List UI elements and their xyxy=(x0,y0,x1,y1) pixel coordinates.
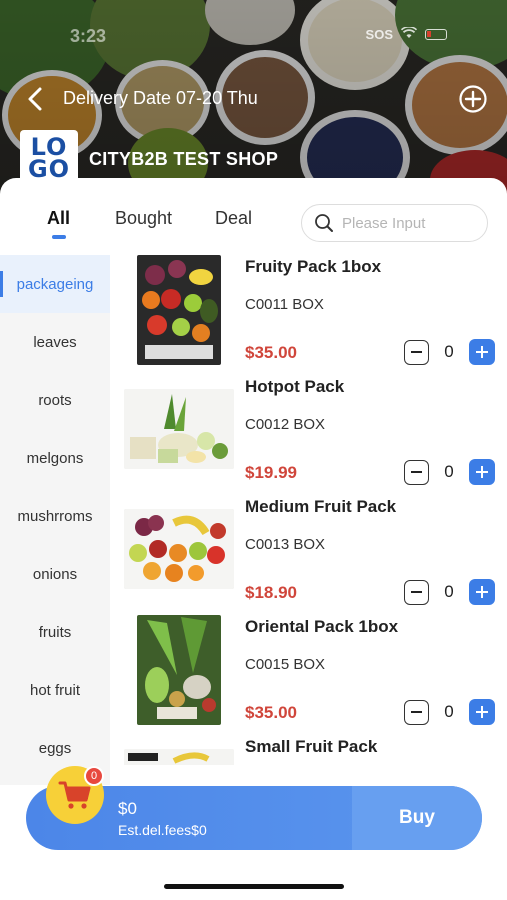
search-box[interactable] xyxy=(301,204,488,242)
buy-button[interactable]: Buy xyxy=(352,786,482,850)
cart-total: $0 xyxy=(118,799,137,818)
decrease-quantity-button[interactable] xyxy=(404,699,429,725)
wifi-icon xyxy=(400,26,418,42)
tab-deal[interactable]: Deal xyxy=(215,208,252,229)
network-status: SOS xyxy=(365,27,393,42)
back-button[interactable] xyxy=(20,82,50,116)
increase-quantity-button[interactable] xyxy=(469,579,495,605)
battery-icon xyxy=(425,29,447,40)
increase-quantity-button[interactable] xyxy=(469,699,495,725)
category-roots[interactable]: roots xyxy=(0,371,110,429)
product-price: $35.00 xyxy=(245,343,297,362)
product-price: $35.00 xyxy=(245,703,297,722)
add-button[interactable] xyxy=(458,84,488,114)
product-name: Medium Fruit Pack xyxy=(245,497,397,516)
category-mushrroms[interactable]: mushrroms xyxy=(0,487,110,545)
product-name: Small Fruit Pack xyxy=(245,737,378,756)
home-indicator[interactable] xyxy=(164,884,344,889)
product-item[interactable]: Hotpot Pack C0012 BOX $19.99 0 xyxy=(120,375,507,495)
product-image xyxy=(137,255,221,365)
product-list: Fruity Pack 1box C0011 BOX $35.00 0 Hotp… xyxy=(120,255,507,765)
status-indicators: SOS xyxy=(365,26,447,42)
product-code: C0011 BOX xyxy=(245,296,324,313)
product-code: C0013 BOX xyxy=(245,536,326,553)
category-leaves[interactable]: leaves xyxy=(0,313,110,371)
quantity-stepper: 0 xyxy=(404,579,495,605)
product-item[interactable]: Oriental Pack 1box C0015 BOX $35.00 0 xyxy=(120,615,507,735)
product-image xyxy=(124,509,234,589)
product-item[interactable]: Small Fruit Pack xyxy=(120,735,507,765)
delivery-date[interactable]: Delivery Date 07-20 Thu xyxy=(63,88,258,109)
product-name: Oriental Pack 1box xyxy=(245,617,399,636)
search-icon xyxy=(315,214,333,232)
product-price: $19.99 xyxy=(245,463,297,482)
tab-all[interactable]: All xyxy=(47,208,70,229)
increase-quantity-button[interactable] xyxy=(469,339,495,365)
cart-count-badge: 0 xyxy=(84,766,104,786)
decrease-quantity-button[interactable] xyxy=(404,579,429,605)
quantity-stepper: 0 xyxy=(404,459,495,485)
decrease-quantity-button[interactable] xyxy=(404,339,429,365)
product-image xyxy=(124,749,234,765)
product-code: C0012 BOX xyxy=(245,416,326,433)
category-hot-fruit[interactable]: hot fruit xyxy=(0,661,110,719)
product-code: C0015 BOX xyxy=(245,656,326,673)
product-item[interactable]: Fruity Pack 1box C0011 BOX $35.00 0 xyxy=(120,255,507,375)
quantity-stepper: 0 xyxy=(404,339,495,365)
delivery-fees: Est.del.fees$0 xyxy=(118,822,207,838)
quantity-value: 0 xyxy=(444,702,454,721)
product-name: Hotpot Pack xyxy=(245,377,345,396)
product-price: $18.90 xyxy=(245,583,297,602)
chevron-left-icon xyxy=(28,87,42,111)
plus-circle-icon xyxy=(459,85,487,113)
tab-active-indicator xyxy=(52,235,66,239)
quantity-stepper: 0 xyxy=(404,699,495,725)
category-sidebar: packageing leaves roots melgons mushrrom… xyxy=(0,255,110,785)
category-onions[interactable]: onions xyxy=(0,545,110,603)
category-packageing[interactable]: packageing xyxy=(0,255,110,313)
search-input[interactable] xyxy=(342,214,472,232)
tab-bar: All Bought Deal xyxy=(0,208,290,248)
decrease-quantity-button[interactable] xyxy=(404,459,429,485)
product-item[interactable]: Medium Fruit Pack C0013 BOX $18.90 0 xyxy=(120,495,507,615)
category-fruits[interactable]: fruits xyxy=(0,603,110,661)
quantity-value: 0 xyxy=(444,582,454,601)
logo-text-bottom: GO xyxy=(27,155,71,183)
category-melgons[interactable]: melgons xyxy=(0,429,110,487)
shop-name: CITYB2B TEST SHOP xyxy=(89,149,279,169)
shopping-cart-icon xyxy=(58,781,91,809)
status-time: 3:23 xyxy=(70,26,107,46)
quantity-value: 0 xyxy=(444,462,454,481)
product-name: Fruity Pack 1box xyxy=(245,257,382,276)
tab-bought[interactable]: Bought xyxy=(115,208,172,229)
product-image xyxy=(124,389,234,469)
product-image xyxy=(137,615,221,725)
quantity-value: 0 xyxy=(444,342,454,361)
increase-quantity-button[interactable] xyxy=(469,459,495,485)
